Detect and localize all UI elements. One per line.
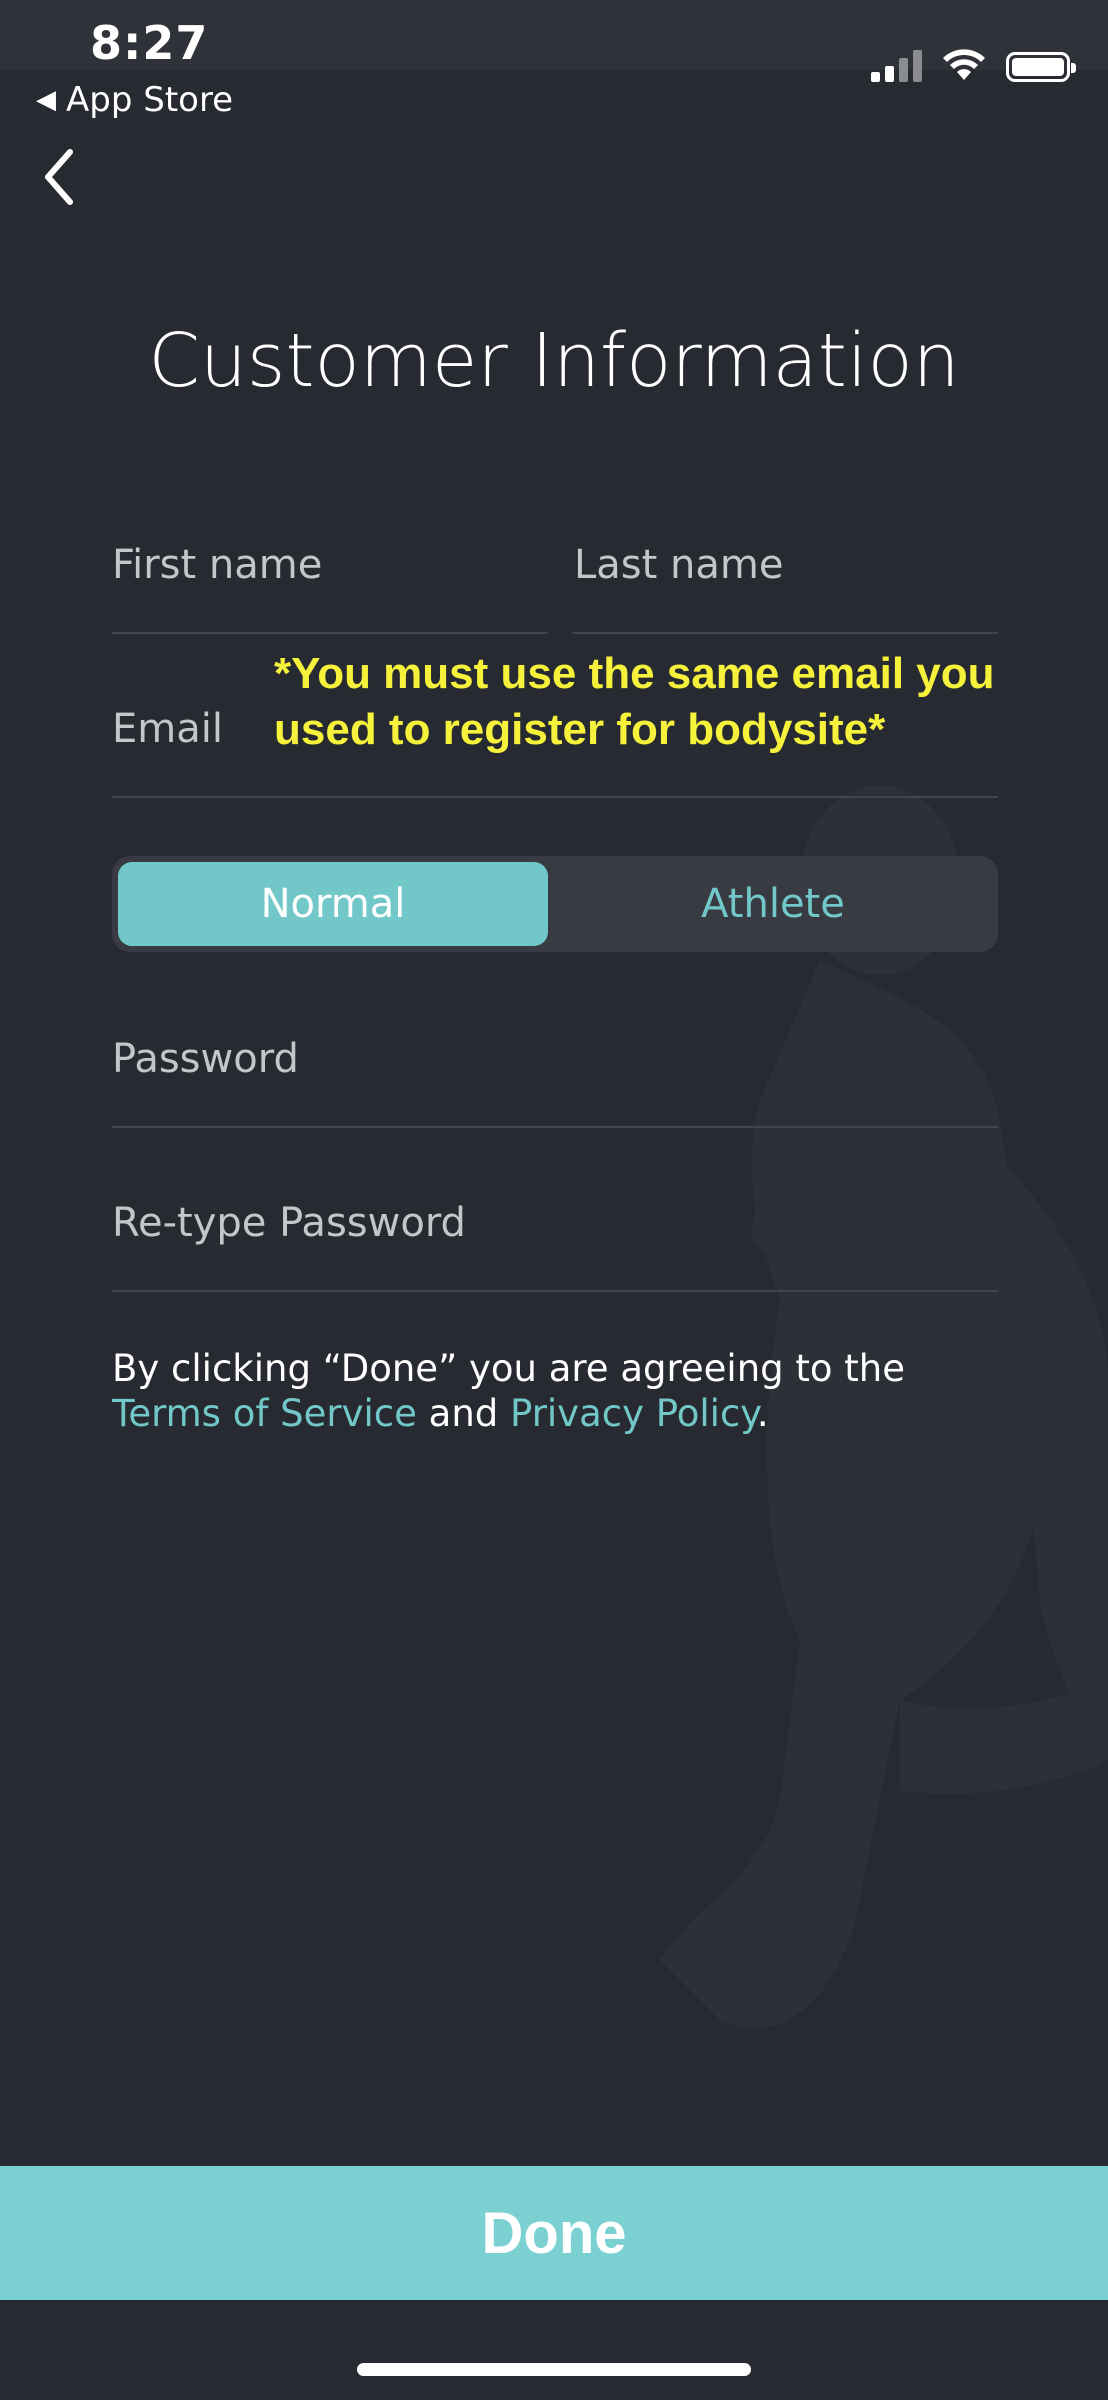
retype-password-field[interactable]: Re-type Password (112, 1200, 466, 1246)
privacy-policy-link[interactable]: Privacy Policy (510, 1392, 757, 1435)
done-button[interactable]: Done (0, 2166, 1108, 2300)
terms-prefix: By clicking “Done” you are agreeing to t… (112, 1347, 906, 1390)
back-app-label: App Store (66, 80, 234, 120)
wifi-icon (943, 49, 985, 80)
status-time: 8:27 (90, 16, 209, 70)
email-field[interactable]: Email (112, 706, 223, 752)
email-underline (112, 796, 998, 798)
battery-icon (1006, 52, 1076, 82)
terms-of-service-link[interactable]: Terms of Service (112, 1392, 417, 1435)
first-name-underline (112, 632, 548, 634)
retype-password-underline (112, 1290, 998, 1292)
back-to-app-store-link[interactable]: ◀ App Store (36, 80, 233, 120)
page-title: Customer Information (148, 318, 960, 404)
signal-icon (871, 48, 922, 82)
last-name-underline (572, 632, 998, 634)
terms-notice: By clicking “Done” you are agreeing to t… (112, 1346, 1012, 1436)
account-type-segmented-control: Normal Athlete (112, 856, 998, 952)
status-icons (871, 48, 1076, 82)
segment-normal[interactable]: Normal (118, 862, 548, 946)
back-chevron-icon[interactable] (38, 142, 88, 212)
first-name-field[interactable]: First name (112, 542, 322, 588)
last-name-field[interactable]: Last name (574, 542, 783, 588)
password-underline (112, 1126, 998, 1128)
password-field[interactable]: Password (112, 1036, 299, 1082)
email-warning-note: *You must use the same email you used to… (274, 649, 995, 754)
terms-middle: and (416, 1392, 511, 1435)
home-indicator (357, 2363, 751, 2376)
segment-athlete[interactable]: Athlete (554, 862, 992, 946)
back-triangle-icon: ◀ (36, 85, 56, 115)
terms-suffix: . (756, 1392, 769, 1435)
